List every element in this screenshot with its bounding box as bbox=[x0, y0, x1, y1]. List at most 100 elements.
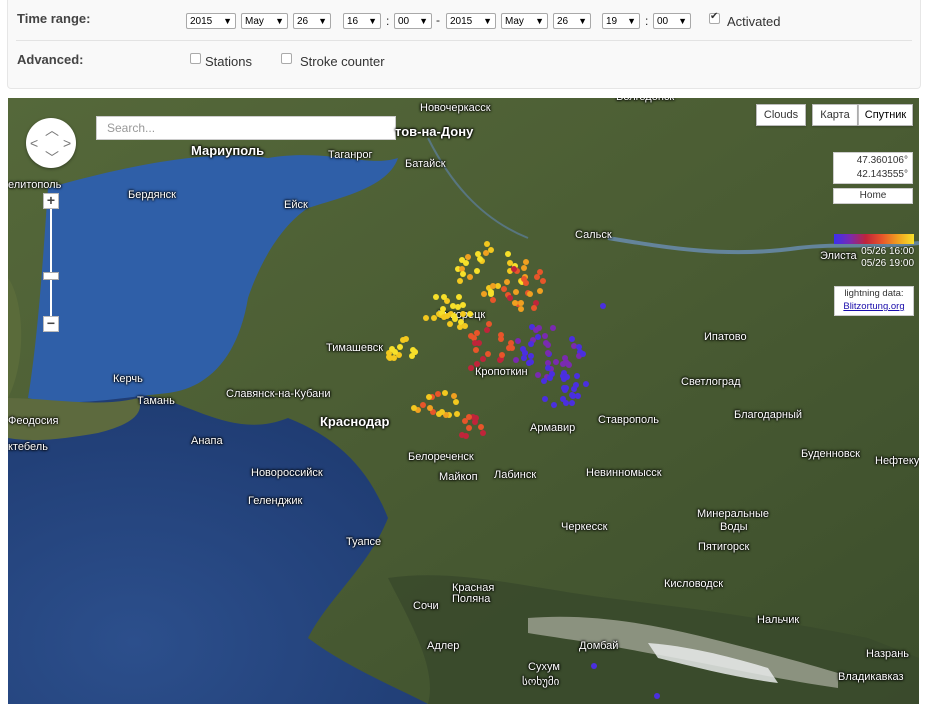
city-label: Тамань bbox=[137, 395, 175, 407]
lightning-strike-dot bbox=[449, 302, 456, 309]
stroke-counter-checkbox[interactable] bbox=[281, 53, 292, 64]
blitzortung-link[interactable]: Blitzortung.org bbox=[843, 301, 904, 312]
city-label: Домбай bbox=[579, 640, 619, 652]
city-label: Ставрополь bbox=[598, 414, 660, 426]
lightning-strike-dot bbox=[430, 314, 437, 321]
lightning-strike-dot bbox=[534, 371, 541, 378]
lightning-strike-dot bbox=[464, 253, 471, 260]
city-label: Минеральные bbox=[697, 508, 769, 520]
city-label: Геленджик bbox=[248, 495, 303, 507]
lightning-strike-dot bbox=[439, 305, 446, 312]
activated-checkbox[interactable] bbox=[709, 11, 720, 24]
lightning-strike-dot bbox=[458, 431, 465, 438]
lightning-strike-dot bbox=[483, 249, 490, 256]
city-label: Пятигорск bbox=[698, 541, 750, 553]
end-minute-select[interactable]: 00 ▼ bbox=[653, 13, 691, 29]
chevron-down-icon: ▼ bbox=[578, 16, 587, 26]
city-label: Поляна bbox=[452, 593, 491, 605]
lightning-strike-dot bbox=[473, 361, 480, 368]
advanced-label: Advanced: bbox=[17, 52, 84, 67]
lightning-strike-dot bbox=[487, 290, 494, 297]
start-year-select[interactable]: 2015 ▼ bbox=[186, 13, 236, 29]
start-minute-select[interactable]: 00 ▼ bbox=[394, 13, 432, 29]
city-label: Сальск bbox=[575, 229, 612, 241]
start-month-select[interactable]: May ▼ bbox=[241, 13, 288, 29]
lightning-strike-dot bbox=[459, 271, 466, 278]
map-type-karta-button[interactable]: Карта bbox=[812, 104, 858, 126]
pan-down-icon[interactable]: ﹀ bbox=[45, 148, 59, 168]
zoom-slider-handle[interactable] bbox=[43, 272, 59, 280]
chevron-down-icon: ▼ bbox=[535, 16, 544, 26]
lightning-strike-dot bbox=[465, 413, 472, 420]
city-label: Назрань bbox=[866, 648, 910, 660]
chevron-down-icon: ▼ bbox=[627, 16, 636, 26]
zoom-out-button[interactable]: − bbox=[43, 316, 59, 332]
lightning-strike-dot bbox=[463, 259, 469, 266]
city-label: Нальчик bbox=[757, 614, 800, 626]
city-label: Армавир bbox=[530, 422, 576, 434]
lightning-strike-dot bbox=[476, 255, 483, 262]
lightning-strike-dot bbox=[446, 320, 453, 327]
lightning-strike-dot bbox=[484, 326, 491, 333]
chevron-down-icon: ▼ bbox=[483, 16, 492, 26]
city-label: Сочи bbox=[413, 600, 439, 612]
coordinate-readout: 47.360106° 42.143555° bbox=[833, 152, 913, 184]
lightning-strike-dot bbox=[530, 305, 537, 312]
lightning-strike-dot bbox=[541, 396, 548, 403]
lightning-strike-dot bbox=[466, 310, 473, 317]
city-label: Славянск-на-Кубани bbox=[226, 388, 331, 400]
start-day-select[interactable]: 26 ▼ bbox=[293, 13, 331, 29]
end-month-select[interactable]: May ▼ bbox=[501, 13, 548, 29]
pan-up-icon[interactable]: ︿ bbox=[45, 120, 59, 140]
pan-left-icon[interactable]: < bbox=[30, 135, 38, 151]
home-button[interactable]: Home bbox=[833, 188, 913, 204]
credit-title: lightning data: bbox=[844, 288, 904, 299]
city-label: тов-на-Дону bbox=[395, 124, 474, 139]
stroke-counter-label: Stroke counter bbox=[300, 54, 385, 69]
search-input[interactable]: Search... bbox=[96, 116, 396, 140]
city-label: Буденновск bbox=[801, 448, 860, 460]
end-year-select[interactable]: 2015 ▼ bbox=[446, 13, 496, 29]
lightning-strike-dot bbox=[456, 277, 463, 284]
time-range-label: Time range: bbox=[17, 11, 91, 26]
city-label: Тимашевск bbox=[326, 342, 384, 354]
stations-checkbox[interactable] bbox=[190, 53, 201, 64]
city-label: Элиста bbox=[820, 250, 857, 262]
zoom-slider-track[interactable] bbox=[50, 202, 52, 322]
city-label: Нефтекумск bbox=[875, 455, 919, 467]
lightning-strike-dot bbox=[498, 335, 505, 342]
time-color-legend bbox=[834, 234, 914, 244]
end-day-select[interactable]: 26 ▼ bbox=[553, 13, 591, 29]
lightning-strike-dot bbox=[485, 320, 492, 327]
lightning-strike-dot bbox=[535, 324, 542, 331]
start-hour-select[interactable]: 16 ▼ bbox=[343, 13, 381, 29]
pan-right-icon[interactable]: > bbox=[63, 135, 71, 151]
end-hour-select[interactable]: 19 ▼ bbox=[602, 13, 640, 29]
lightning-map[interactable]: ︿ < > ﹀ + − Search... Clouds Карта Спутн… bbox=[8, 98, 919, 704]
city-label: Ипатово bbox=[704, 331, 747, 343]
city-label: Воды bbox=[720, 521, 748, 533]
lightning-strike-dot bbox=[591, 663, 597, 669]
map-type-sputnik-button[interactable]: Спутник bbox=[858, 104, 913, 126]
lightning-strike-dot bbox=[450, 312, 457, 319]
lightning-strike-dot bbox=[438, 408, 445, 415]
zoom-in-button[interactable]: + bbox=[43, 193, 59, 209]
data-credit: lightning data: Blitzortung.org bbox=[834, 286, 914, 316]
lightning-strike-dot bbox=[527, 340, 534, 347]
lightning-strike-dot bbox=[450, 392, 457, 399]
chevron-down-icon: ▼ bbox=[419, 16, 428, 26]
lightning-strike-dot bbox=[521, 264, 528, 271]
lightning-strike-dot bbox=[549, 370, 556, 377]
chevron-down-icon: ▼ bbox=[223, 16, 232, 26]
lightning-strike-dot bbox=[391, 348, 398, 355]
lightning-strike-dot bbox=[432, 294, 439, 301]
lightning-strike-dot bbox=[600, 303, 606, 309]
pan-control[interactable]: ︿ < > ﹀ bbox=[26, 118, 76, 168]
clouds-button[interactable]: Clouds bbox=[756, 104, 806, 126]
city-label: Ейск bbox=[284, 199, 308, 211]
lightning-strike-dot bbox=[514, 337, 521, 344]
city-label: Туапсе bbox=[346, 536, 382, 548]
city-label: Бердянск bbox=[128, 189, 176, 201]
lightning-strike-dot bbox=[540, 277, 547, 284]
city-label: Кисловодск bbox=[664, 578, 724, 590]
